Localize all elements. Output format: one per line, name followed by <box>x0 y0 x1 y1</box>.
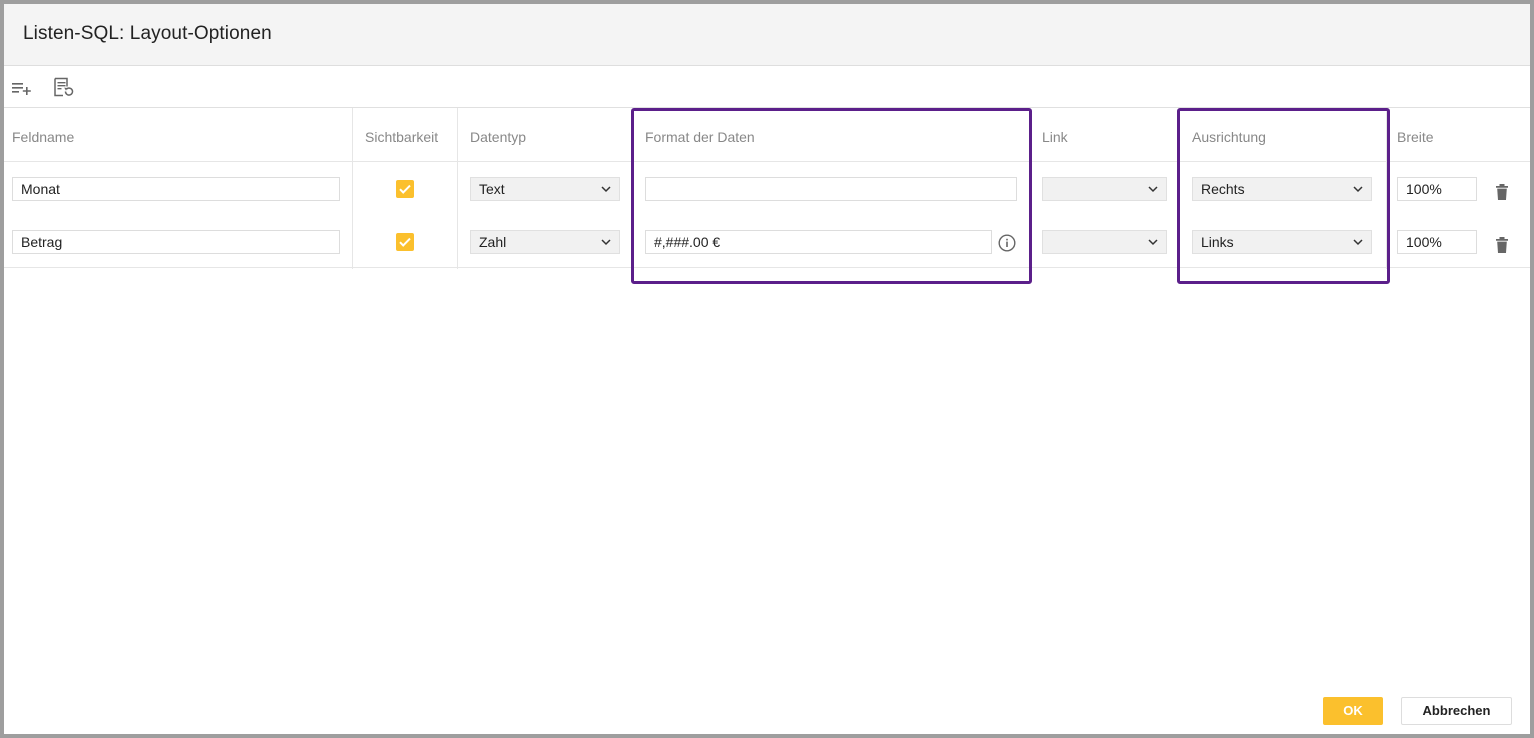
chevron-down-icon <box>601 186 611 193</box>
datentyp-select[interactable]: Text <box>470 177 620 201</box>
layout-options-dialog: Listen-SQL: Layout-Optionen Feldname Sic… <box>4 4 1530 734</box>
visibility-checkbox[interactable] <box>396 233 414 251</box>
chevron-down-icon <box>601 239 611 246</box>
column-header-format: Format der Daten <box>645 129 755 145</box>
column-header-feldname: Feldname <box>12 129 75 145</box>
feldname-input[interactable]: Monat <box>12 177 340 201</box>
datentyp-value: Text <box>479 181 505 197</box>
column-header-breite: Breite <box>1397 129 1434 145</box>
link-select[interactable] <box>1042 230 1167 254</box>
dialog-title: Listen-SQL: Layout-Optionen <box>23 23 272 44</box>
playlist-add-icon[interactable] <box>9 75 33 99</box>
datentyp-select[interactable]: Zahl <box>470 230 620 254</box>
column-header-link: Link <box>1042 129 1068 145</box>
breite-input[interactable]: 100% <box>1397 177 1477 201</box>
ausrichtung-select[interactable]: Links <box>1192 230 1372 254</box>
chevron-down-icon <box>1148 239 1158 246</box>
trash-icon[interactable] <box>1492 182 1512 202</box>
ausrichtung-select[interactable]: Rechts <box>1192 177 1372 201</box>
column-header-ausrichtung: Ausrichtung <box>1192 129 1266 145</box>
cancel-button[interactable]: Abbrechen <box>1401 697 1512 725</box>
chevron-down-icon <box>1353 239 1363 246</box>
chevron-down-icon <box>1353 186 1363 193</box>
feldname-input[interactable]: Betrag <box>12 230 340 254</box>
ok-button[interactable]: OK <box>1323 697 1383 725</box>
format-input[interactable]: #,###.00 € <box>645 230 992 254</box>
toolbar <box>4 66 1530 108</box>
table-header: Feldname Sichtbarkeit Datentyp Format de… <box>4 108 1530 162</box>
chevron-down-icon <box>1148 186 1158 193</box>
list-reset-icon[interactable] <box>51 75 75 99</box>
trash-icon[interactable] <box>1492 235 1512 255</box>
breite-input[interactable]: 100% <box>1397 230 1477 254</box>
datentyp-value: Zahl <box>479 234 507 250</box>
ausrichtung-value: Rechts <box>1201 181 1245 197</box>
info-icon[interactable] <box>997 233 1017 253</box>
format-input[interactable] <box>645 177 1017 201</box>
link-select[interactable] <box>1042 177 1167 201</box>
dialog-titlebar: Listen-SQL: Layout-Optionen <box>4 4 1530 66</box>
column-header-datentyp: Datentyp <box>470 129 527 145</box>
ausrichtung-value: Links <box>1201 234 1234 250</box>
table-row: Betrag Zahl #,###.00 € Links 100% <box>4 215 1530 268</box>
column-header-sichtbarkeit: Sichtbarkeit <box>365 129 439 145</box>
table-row: Monat Text Rechts 100% <box>4 162 1530 215</box>
visibility-checkbox[interactable] <box>396 180 414 198</box>
